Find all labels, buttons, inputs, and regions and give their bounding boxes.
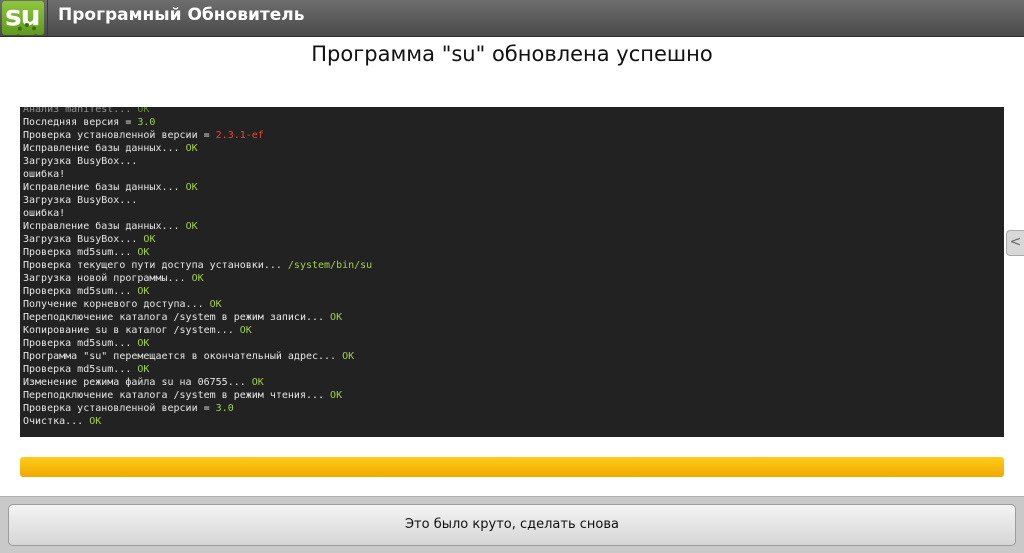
terminal-line: Проверка установленной версии = 2.3.1-ef: [23, 129, 1001, 142]
terminal-line-text: Изменение режима файла su на 06755...: [23, 377, 252, 388]
title-bar: su Програмный Обновитель: [0, 0, 1024, 37]
terminal-line: Копирование su в каталог /system... OK: [23, 324, 1001, 337]
terminal-line-text: Проверка md5sum...: [23, 247, 138, 258]
terminal-line-value: /system/bin/su: [287, 260, 373, 271]
terminal-line-value: OK: [209, 299, 222, 310]
terminal-line: Проверка текущего пути доступа установки…: [23, 259, 1001, 272]
terminal-line: Проверка md5sum... OK: [23, 285, 1001, 298]
terminal-line: Исправление базы данных... OK: [23, 220, 1001, 233]
terminal-line-value: OK: [137, 286, 150, 297]
title-divider: [47, 0, 48, 36]
terminal-line-text: Получение корневого доступа...: [23, 299, 210, 310]
terminal-line: Анализ manifest... OK: [23, 107, 1001, 116]
terminal-line-text: Переподключение каталога /system в режим…: [23, 390, 331, 401]
terminal-line-text: Переподключение каталога /system в режим…: [23, 312, 331, 323]
terminal-line-text: ошибка!: [23, 169, 66, 180]
terminal-line-value: OK: [330, 390, 343, 401]
terminal-line-text: Копирование su в каталог /system...: [23, 325, 240, 336]
terminal-line-value: OK: [137, 364, 150, 375]
terminal-line-text: Исправление базы данных...: [23, 143, 186, 154]
terminal-line-text: Проверка md5sum...: [23, 286, 138, 297]
terminal-line: Получение корневого доступа... OK: [23, 298, 1001, 311]
terminal-line: Исправление базы данных... OK: [23, 142, 1001, 155]
terminal-line-value: 2.3.1-ef: [215, 130, 264, 141]
terminal-line-text: Загрузка BusyBox...: [23, 156, 138, 167]
terminal-line: Исправление базы данных... OK: [23, 181, 1001, 194]
terminal-line-text: Проверка md5sum...: [23, 338, 138, 349]
terminal-line: Проверка md5sum... OK: [23, 337, 1001, 350]
terminal-log[interactable]: Анализ manifest... OK Последняя версия = …: [20, 107, 1004, 437]
terminal-line-value: OK: [185, 182, 198, 193]
terminal-line-value: OK: [330, 312, 343, 323]
terminal-line: Переподключение каталога /system в режим…: [23, 389, 1001, 402]
terminal-line-value: OK: [137, 338, 150, 349]
terminal-line: Изменение режима файла su на 06755... OK: [23, 376, 1001, 389]
terminal-line-text: Анализ manifest...: [23, 107, 138, 115]
terminal-line-text: Загрузка BusyBox...: [23, 195, 138, 206]
terminal-line-value: OK: [185, 221, 198, 232]
terminal-line-text: Загрузка BusyBox...: [23, 234, 144, 245]
terminal-line-text: Исправление базы данных...: [23, 182, 186, 193]
terminal-line-value: OK: [342, 351, 355, 362]
su-app-icon: su: [2, 1, 44, 35]
chevron-left-icon[interactable]: <: [1006, 230, 1024, 256]
terminal-line: ошибка!: [23, 207, 1001, 220]
do-again-button[interactable]: Это было круто, сделать снова: [8, 504, 1016, 546]
terminal-line: Проверка md5sum... OK: [23, 246, 1001, 259]
progress-bar: [20, 457, 1004, 477]
progress-bar-fill: [20, 457, 1004, 477]
terminal-line-value: 3.0: [215, 403, 234, 414]
terminal-line: Загрузка BusyBox...: [23, 155, 1001, 168]
terminal-line-value: OK: [89, 416, 102, 427]
terminal-line-value: OK: [191, 273, 204, 284]
terminal-line-value: 3.0: [137, 117, 156, 128]
terminal-line-text: Проверка установленной версии =: [23, 403, 216, 414]
terminal-line-text: Проверка установленной версии =: [23, 130, 216, 141]
terminal-line-value: OK: [239, 325, 252, 336]
terminal-line-text: Программа "su" перемещается в окончатель…: [23, 351, 343, 362]
terminal-line: Переподключение каталога /system в режим…: [23, 311, 1001, 324]
terminal-line-text: Последняя версия =: [23, 117, 138, 128]
terminal-line: Загрузка BusyBox... OK: [23, 233, 1001, 246]
terminal-line-value: OK: [137, 247, 150, 258]
terminal-line-text: Очистка...: [23, 416, 90, 427]
app-title: Програмный Обновитель: [58, 5, 305, 25]
terminal-line: Программа "su" перемещается в окончатель…: [23, 350, 1001, 363]
terminal-line: Проверка установленной версии = 3.0: [23, 402, 1001, 415]
terminal-line-text: Загрузка новой программы...: [23, 273, 192, 284]
terminal-line-text: Проверка md5sum...: [23, 364, 138, 375]
terminal-line: Загрузка новой программы... OK: [23, 272, 1001, 285]
terminal-line: Загрузка BusyBox...: [23, 194, 1001, 207]
terminal-line-text: Проверка текущего пути доступа установки…: [23, 260, 288, 271]
terminal-line-value: OK: [251, 377, 264, 388]
terminal-line-value: OK: [185, 143, 198, 154]
terminal-line-text: ошибка!: [23, 208, 66, 219]
terminal-line: Проверка md5sum... OK: [23, 363, 1001, 376]
terminal-line: Последняя версия = 3.0: [23, 116, 1001, 129]
terminal-line: Очистка... OK: [23, 415, 1001, 428]
status-heading: Программа "su" обновлена успешно: [311, 42, 713, 66]
terminal-line-text: Исправление базы данных...: [23, 221, 186, 232]
terminal-line-value: OK: [137, 107, 150, 115]
terminal-line-value: OK: [143, 234, 156, 245]
terminal-line: ошибка!: [23, 168, 1001, 181]
